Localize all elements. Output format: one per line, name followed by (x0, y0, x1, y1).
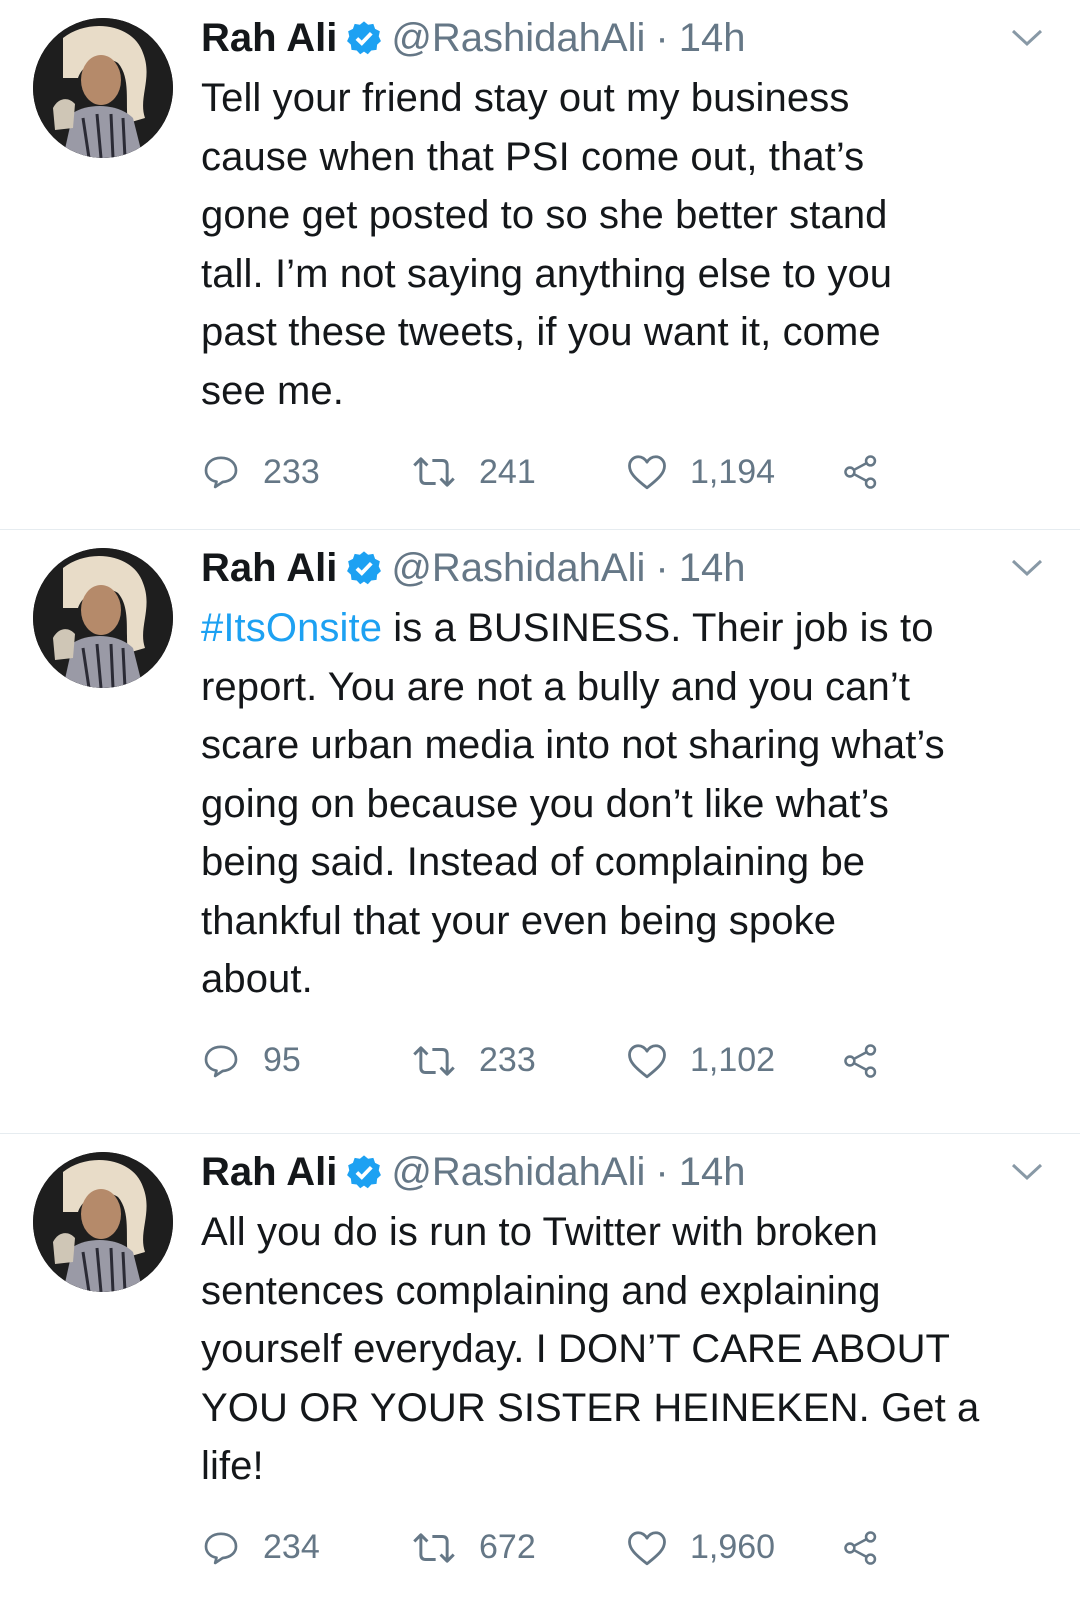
avatar[interactable] (33, 548, 173, 688)
user-handle[interactable]: @RashidahAli (391, 546, 645, 591)
display-name[interactable]: Rah Ali (201, 16, 337, 61)
retweet-icon (413, 457, 455, 487)
retweet-button[interactable]: 241 (411, 452, 626, 492)
share-icon (844, 455, 877, 489)
share-icon (844, 1043, 877, 1078)
retweet-icon (413, 1532, 455, 1563)
reply-count: 95 (263, 1041, 301, 1079)
share-button[interactable] (842, 452, 902, 492)
like-count: 1,102 (690, 1041, 776, 1079)
avatar[interactable] (33, 18, 173, 158)
retweet-count: 233 (479, 1041, 536, 1079)
like-button[interactable]: 1,194 (626, 452, 842, 492)
tweet-text: Tell your friend stay out my business ca… (201, 69, 1014, 420)
reply-button[interactable]: 233 (201, 452, 411, 492)
retweet-count: 672 (479, 1528, 536, 1566)
tweet[interactable]: Rah Ali @RashidahAli · 14h All you do is… (0, 1134, 1080, 1613)
reply-button[interactable]: 234 (201, 1528, 411, 1568)
tweet-actions: 233 241 1,194 (201, 442, 1014, 502)
chevron-down-icon[interactable] (1010, 24, 1044, 50)
reply-count: 233 (263, 452, 320, 491)
tweet-text: All you do is run to Twitter with broken… (201, 1203, 1014, 1496)
tweet-body: Tell your friend stay out my business ca… (201, 76, 893, 413)
retweet-button[interactable]: 233 (411, 1041, 626, 1081)
retweet-count: 241 (479, 452, 536, 491)
tweet-body: All you do is run to Twitter with broken… (201, 1210, 980, 1488)
tweet-header: Rah Ali @RashidahAli · 14h (201, 544, 1014, 592)
tweet-feed: Rah Ali @RashidahAli · 14h Tell your fri… (0, 0, 1080, 1613)
retweet-button[interactable]: 672 (411, 1528, 626, 1568)
verified-badge-icon (347, 551, 382, 585)
like-count: 1,194 (690, 452, 776, 491)
display-name[interactable]: Rah Ali (201, 546, 337, 591)
tweet-body: is a BUSINESS. Their job is to report. Y… (201, 606, 945, 1001)
heart-icon (628, 1530, 666, 1565)
verified-badge-icon (347, 21, 382, 55)
like-count: 1,960 (690, 1528, 776, 1566)
user-handle[interactable]: @RashidahAli (391, 1150, 645, 1195)
heart-icon (628, 1043, 666, 1078)
separator-dot: · (655, 545, 669, 590)
tweet-header: Rah Ali @RashidahAli · 14h (201, 14, 1014, 62)
share-button[interactable] (842, 1041, 902, 1081)
tweet-actions: 95 233 1,102 (201, 1031, 1014, 1091)
share-button[interactable] (842, 1528, 902, 1568)
avatar[interactable] (33, 1152, 173, 1292)
verified-badge-icon (347, 1155, 382, 1189)
reply-icon (204, 1532, 238, 1564)
heart-icon (628, 455, 666, 490)
chevron-down-icon[interactable] (1010, 554, 1044, 580)
tweet[interactable]: Rah Ali @RashidahAli · 14h Tell your fri… (0, 0, 1080, 530)
reply-count: 234 (263, 1528, 320, 1566)
share-icon (844, 1530, 877, 1565)
reply-button[interactable]: 95 (201, 1041, 411, 1081)
separator-dot: · (655, 15, 669, 60)
display-name[interactable]: Rah Ali (201, 1150, 337, 1195)
retweet-icon (413, 1045, 455, 1076)
user-handle[interactable]: @RashidahAli (391, 16, 645, 61)
reply-icon (204, 456, 238, 489)
tweet-actions: 234 672 1,960 (201, 1518, 1014, 1578)
tweet-text: #ItsOnsite is a BUSINESS. Their job is t… (201, 599, 1014, 1009)
timestamp[interactable]: 14h (679, 1150, 746, 1195)
tweet-header: Rah Ali @RashidahAli · 14h (201, 1148, 1014, 1196)
separator-dot: · (655, 1149, 669, 1194)
timestamp[interactable]: 14h (679, 16, 746, 61)
tweet[interactable]: Rah Ali @RashidahAli · 14h #ItsOnsite is… (0, 530, 1080, 1134)
like-button[interactable]: 1,960 (626, 1528, 842, 1568)
chevron-down-icon[interactable] (1010, 1158, 1044, 1184)
hashtag-link[interactable]: #ItsOnsite (201, 606, 382, 650)
timestamp[interactable]: 14h (679, 546, 746, 591)
reply-icon (204, 1045, 238, 1077)
like-button[interactable]: 1,102 (626, 1041, 842, 1081)
